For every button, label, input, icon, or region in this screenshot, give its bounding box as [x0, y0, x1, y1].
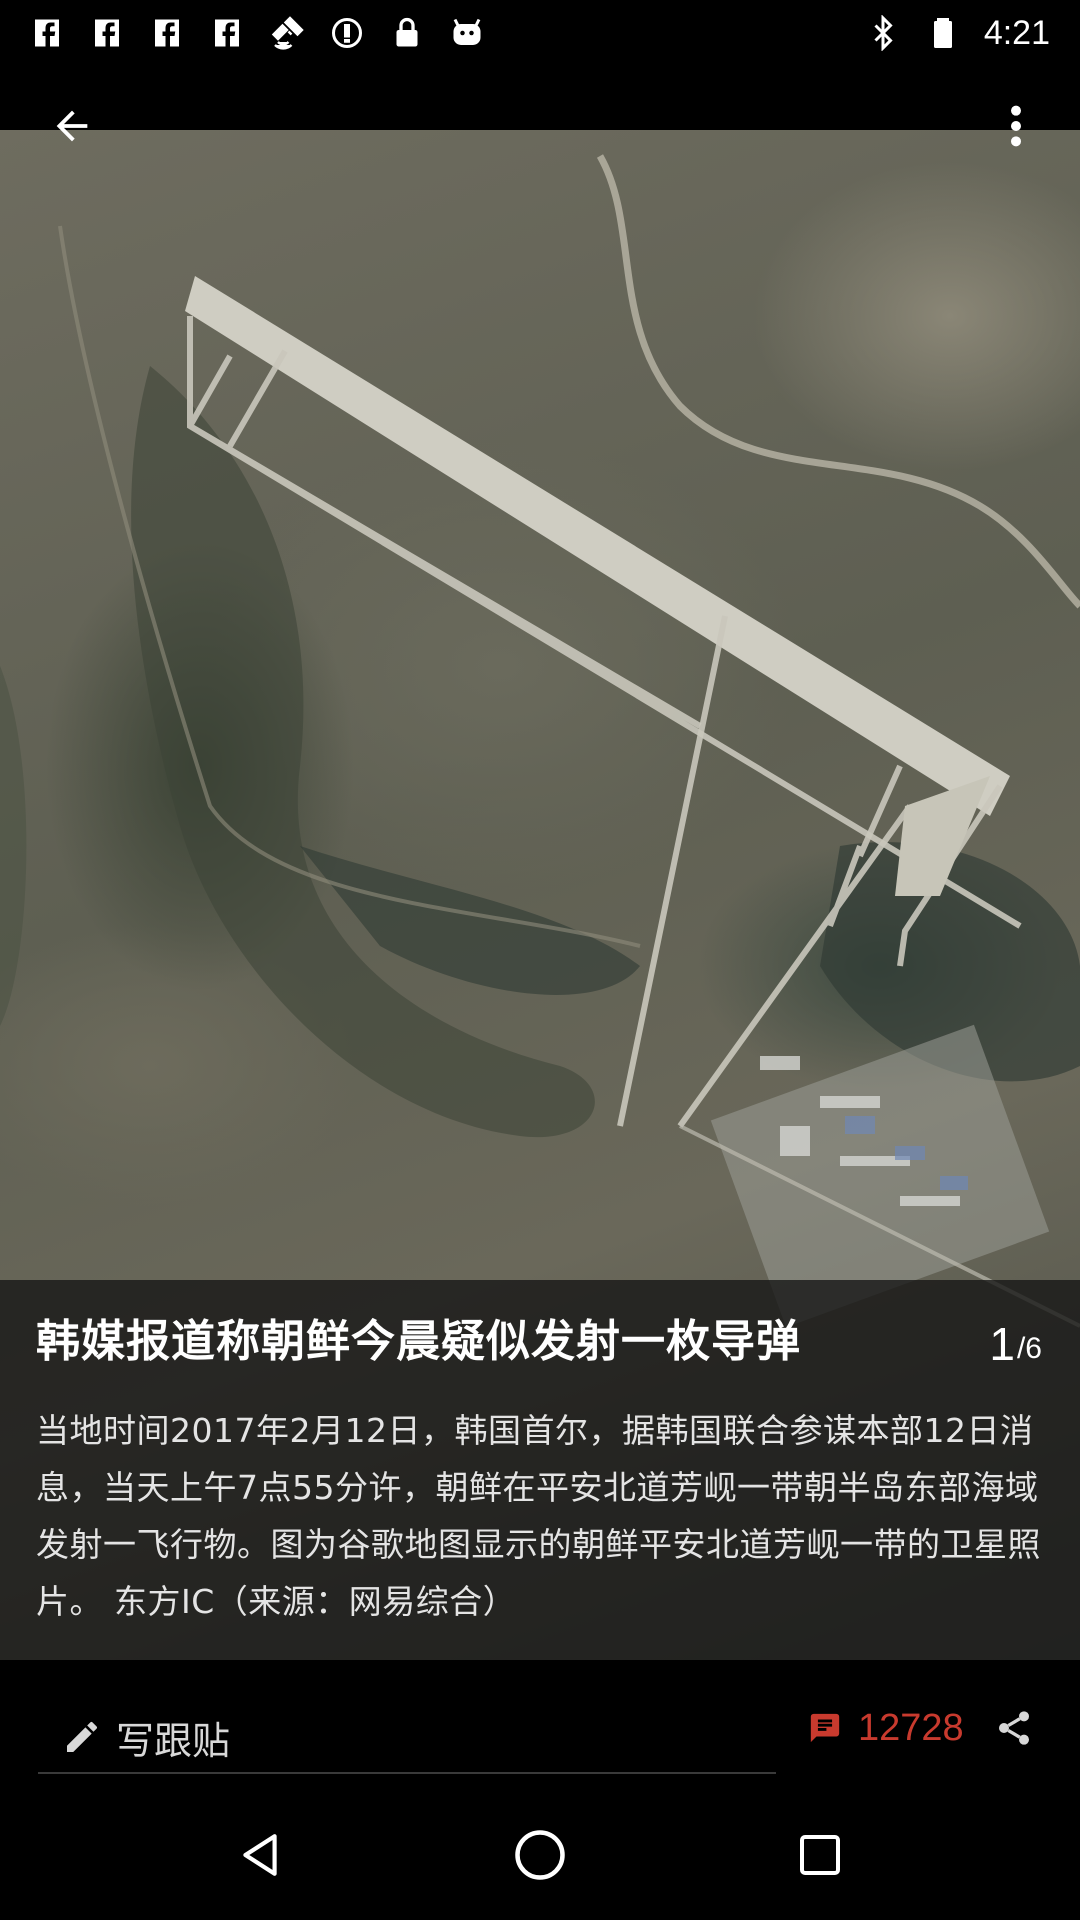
lock-icon	[388, 14, 426, 52]
system-icons: 4:21	[864, 14, 1050, 53]
more-options-button[interactable]	[988, 90, 1044, 162]
notification-icons	[28, 14, 486, 52]
caption-body: 当地时间2017年2月12日，韩国首尔，据韩国联合参谋本部12日消息，当天上午7…	[36, 1411, 1041, 1621]
nav-recents-button[interactable]	[775, 1810, 865, 1900]
caption-panel: 韩媒报道称朝鲜今晨疑似发射一枚导弹 1 /6 当地时间2017年2月12日，韩国…	[0, 1280, 1080, 1660]
caption-header: 韩媒报道称朝鲜今晨疑似发射一枚导弹 1 /6	[36, 1310, 1044, 1374]
android-icon	[448, 14, 486, 52]
navigation-bar	[0, 1790, 1080, 1920]
nav-back-button[interactable]	[215, 1810, 305, 1900]
comment-count-button[interactable]: 12728	[808, 1698, 964, 1758]
top-toolbar	[0, 66, 1080, 130]
share-icon	[999, 1711, 1029, 1745]
comment-count: 12728	[858, 1706, 964, 1749]
facebook-icon	[208, 14, 246, 52]
caption-title: 韩媒报道称朝鲜今晨疑似发射一枚导弹	[36, 1316, 801, 1367]
nav-home-button[interactable]	[495, 1810, 585, 1900]
facebook-icon	[148, 14, 186, 52]
recents-square-icon	[800, 1835, 840, 1875]
sync-icon	[328, 14, 366, 52]
arrow-back-icon	[56, 110, 88, 142]
bluetooth-icon	[864, 14, 902, 52]
more-vert-icon	[1011, 105, 1021, 147]
facebook-icon	[28, 14, 66, 52]
page-current: 1	[989, 1318, 1015, 1370]
reply-field[interactable]: 写跟贴	[38, 1694, 776, 1774]
page-indicator: 1 /6	[989, 1314, 1042, 1374]
facebook-icon	[88, 14, 126, 52]
action-bar: 写跟贴 12728	[0, 1660, 1080, 1790]
home-circle-icon	[515, 1830, 565, 1880]
page-total: /6	[1016, 1332, 1042, 1365]
comment-icon	[810, 1713, 840, 1743]
reply-label: 写跟贴	[116, 1718, 231, 1763]
fake-gps-icon	[268, 14, 306, 52]
battery-icon	[924, 14, 962, 52]
pencil-icon	[67, 1721, 97, 1752]
share-button[interactable]	[990, 1702, 1038, 1754]
back-button[interactable]	[36, 90, 108, 162]
back-triangle-icon	[243, 1834, 277, 1876]
status-time: 4:21	[983, 13, 1050, 52]
status-bar: 4:21	[0, 0, 1080, 66]
